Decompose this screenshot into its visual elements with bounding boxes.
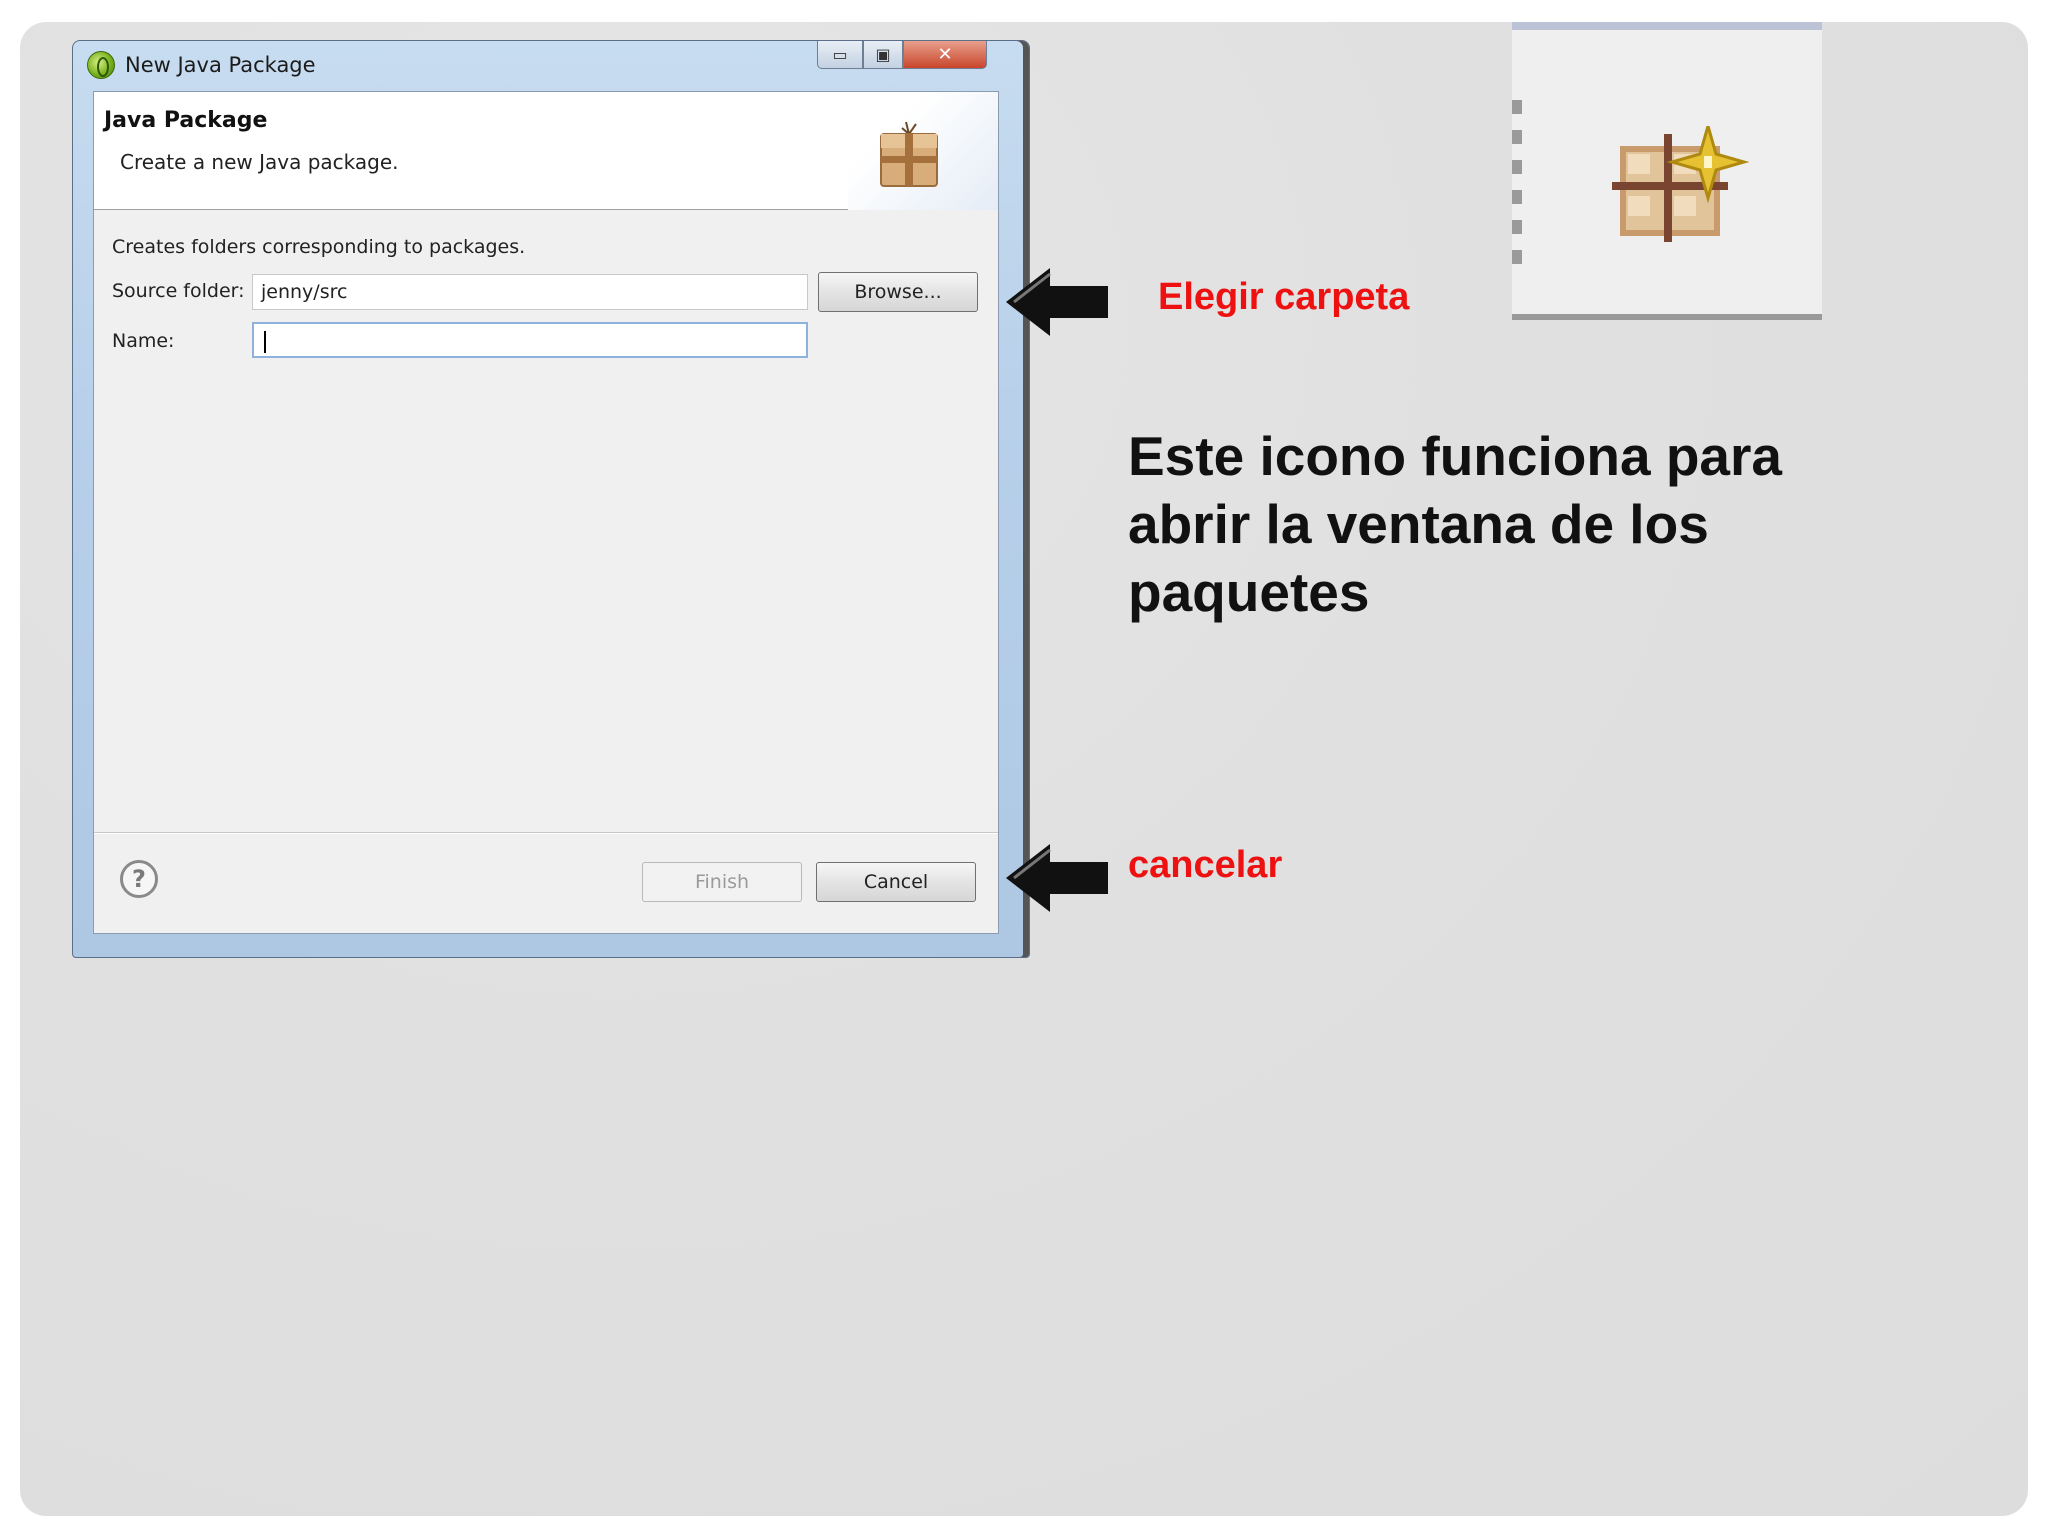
help-icon[interactable]: ? (120, 860, 158, 898)
eclipse-icon (87, 51, 115, 79)
name-label: Name: (112, 330, 175, 352)
slide: New Java Package ▭ ▣ ✕ Java Package Crea… (20, 22, 2028, 1516)
explanation-text: Este icono funciona para abrir la ventan… (1128, 425, 1783, 623)
arrow-left-icon (1006, 268, 1108, 336)
text-caret (264, 331, 266, 353)
finish-button[interactable]: Finish (642, 862, 802, 902)
maximize-button[interactable]: ▣ (863, 41, 903, 69)
wizard-banner: Java Package Create a new Java package. (94, 92, 998, 210)
toolbar-separator (1512, 100, 1522, 272)
banner-title: Java Package (104, 108, 268, 133)
close-button[interactable]: ✕ (903, 41, 987, 69)
package-icon (880, 121, 938, 187)
title-bar[interactable]: New Java Package ▭ ▣ ✕ (73, 41, 1029, 91)
cancel-button[interactable]: Cancel (816, 862, 976, 902)
arrow-left-icon (1006, 844, 1108, 912)
banner-subtitle: Create a new Java package. (120, 150, 399, 174)
footer-separator (94, 832, 998, 834)
choose-folder-annotation: Elegir carpeta (1158, 276, 1410, 318)
zoomed-toolbar-icon-panel (1512, 22, 1822, 320)
wizard-description: Creates folders corresponding to package… (112, 236, 526, 258)
minimize-button[interactable]: ▭ (817, 41, 863, 69)
new-package-icon (1612, 126, 1750, 242)
name-field[interactable] (252, 322, 808, 358)
browse-button[interactable]: Browse... (818, 272, 978, 312)
new-java-package-dialog: New Java Package ▭ ▣ ✕ Java Package Crea… (72, 40, 1030, 958)
dialog-body: Java Package Create a new Java package. … (93, 91, 999, 934)
source-folder-field[interactable]: jenny/src (252, 274, 808, 310)
window-title: New Java Package (125, 53, 316, 77)
cancel-annotation: cancelar (1128, 844, 1283, 886)
source-folder-label: Source folder: (112, 280, 245, 302)
